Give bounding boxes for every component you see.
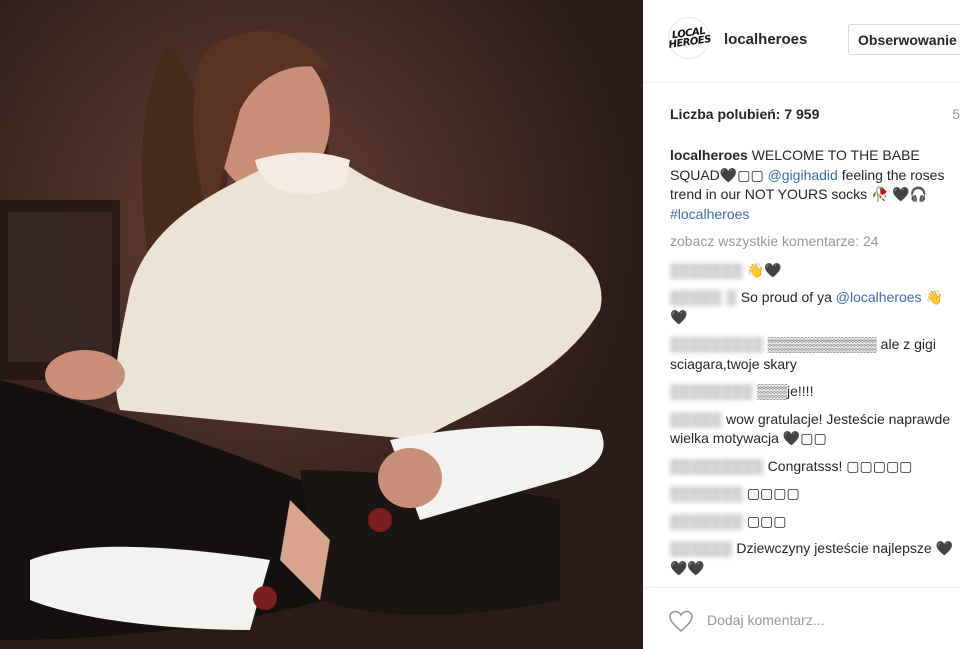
like-heart-icon[interactable]	[668, 609, 694, 633]
comment-text: So proud of ya	[740, 289, 836, 305]
comment-text: ▢▢▢	[746, 512, 787, 529]
comment-item: ▒▒▒▒▒ wow gratulacje! Jesteście naprawde…	[670, 410, 960, 449]
comment-username[interactable]: ▒▒▒▒▒▒▒▒	[670, 383, 753, 399]
likes-count[interactable]: Liczba polubień: 7 959	[670, 106, 819, 122]
comment-text: Congratsss! ▢▢▢▢▢	[767, 457, 913, 474]
comment-username[interactable]: ▒▒▒▒▒▒▒	[670, 262, 743, 278]
comment-text: ▒▒▒je!!!!	[757, 383, 814, 399]
follow-button[interactable]: Obserwowanie	[848, 24, 960, 55]
comment-item: ▒▒▒▒▒▒▒▒▒ Congratsss! ▢▢▢▢▢	[670, 457, 960, 477]
comment-username[interactable]: ▒▒▒▒▒▒▒	[670, 513, 743, 529]
comment-mention[interactable]: @localheroes	[836, 289, 922, 305]
comment-item: ▒▒▒▒▒▒▒▒▒ ▒▒▒▒▒▒▒▒▒▒▒ ale z gigi sciagar…	[670, 335, 960, 374]
comment-item: ▒▒▒▒▒▒▒ ▢▢▢▢	[670, 484, 960, 504]
comment-text: 👋🖤	[746, 261, 782, 278]
caption-hashtag[interactable]: #localheroes	[670, 206, 749, 222]
post-age[interactable]: 5	[952, 106, 960, 122]
comment-item: ▒▒▒▒▒▒▒ ▢▢▢	[670, 512, 960, 532]
comment-item: ▒▒▒▒▒ ▒ So proud of ya @localheroes 👋🖤	[670, 288, 960, 327]
comment-username[interactable]: ▒▒▒▒▒▒▒	[670, 485, 743, 501]
comment-username[interactable]: ▒▒▒▒▒▒▒▒▒	[670, 458, 764, 474]
view-all-comments-link[interactable]: zobacz wszystkie komentarze: 24	[670, 232, 960, 252]
post-side-panel: LOCAL HEROES localheroes Obserwowanie Li…	[643, 0, 960, 649]
avatar[interactable]: LOCAL HEROES	[667, 17, 712, 59]
post-header: LOCAL HEROES localheroes Obserwowanie	[643, 0, 960, 83]
post-photo[interactable]	[0, 0, 643, 649]
caption-mention[interactable]: @gigihadid	[768, 167, 838, 183]
avatar-logo-text: LOCAL HEROES	[667, 25, 712, 51]
comment-username[interactable]: ▒▒▒▒▒▒	[670, 540, 733, 556]
comment-item: ▒▒▒▒▒▒ Dziewczyny jesteście najlepsze 🖤🖤…	[670, 539, 960, 578]
caption: localheroes WELCOME TO THE BABE SQUAD🖤▢▢…	[670, 146, 960, 224]
comment-username[interactable]: ▒▒▒▒▒ ▒	[670, 289, 737, 305]
comment-bar: Dodaj komentarz...	[643, 587, 960, 649]
comment-item: ▒▒▒▒▒▒▒▒ ▒▒▒je!!!!	[670, 382, 960, 402]
comment-text: ▢▢▢▢	[746, 485, 800, 501]
add-comment-input[interactable]: Dodaj komentarz...	[707, 612, 825, 628]
post-username[interactable]: localheroes	[724, 31, 807, 48]
comment-username[interactable]: ▒▒▒▒▒	[670, 411, 722, 427]
caption-username[interactable]: localheroes	[670, 147, 748, 163]
photo-illustration	[0, 0, 643, 649]
comments-list: localheroes WELCOME TO THE BABE SQUAD🖤▢▢…	[670, 146, 960, 586]
comment-item: ▒▒▒▒▒▒▒ 👋🖤	[670, 261, 960, 281]
comment-username[interactable]: ▒▒▒▒▒▒▒▒▒	[670, 336, 764, 352]
